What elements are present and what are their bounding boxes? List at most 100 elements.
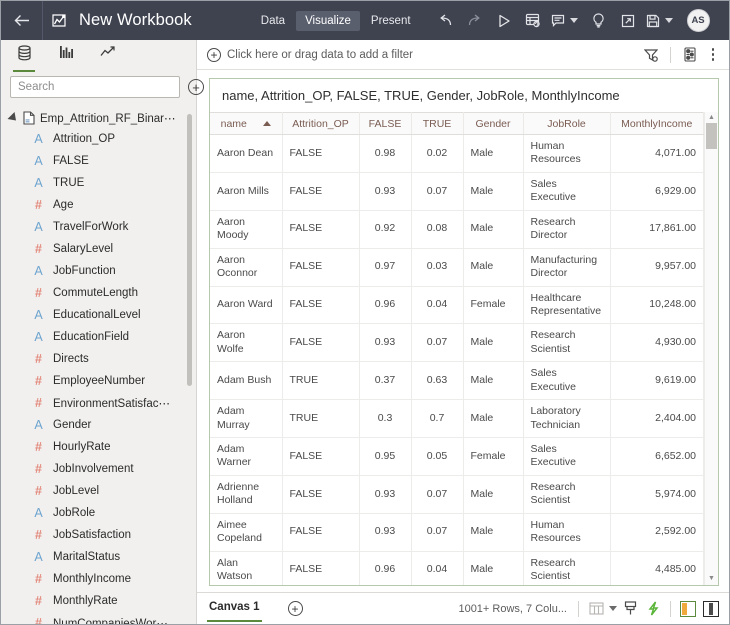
search-input[interactable] xyxy=(10,76,180,98)
undo-icon[interactable] xyxy=(432,6,460,36)
table-cell-true: 0.04 xyxy=(411,551,464,585)
layout-split-panel-icon[interactable] xyxy=(701,598,721,620)
canvas-tab[interactable]: Canvas 1 xyxy=(207,595,262,622)
grid-view-icon[interactable] xyxy=(586,598,606,620)
table-cell-name: Aaron Mills xyxy=(210,172,283,211)
column-header-jobrole[interactable]: JobRole xyxy=(523,112,611,135)
field-item[interactable]: # CommuteLength xyxy=(1,282,196,304)
insights-bulb-icon[interactable] xyxy=(585,6,613,36)
sidebar-scrollbar-thumb[interactable] xyxy=(187,114,192,386)
table-row[interactable]: Aaron Moody FALSE 0.92 0.08 Male Research Dir… xyxy=(210,210,704,249)
column-header-name[interactable]: name xyxy=(210,112,283,135)
field-item[interactable]: # Directs xyxy=(1,348,196,370)
layout-left-panel-icon[interactable] xyxy=(678,598,698,620)
field-item[interactable]: # MonthlyRate xyxy=(1,590,196,612)
scroll-down-arrow-icon[interactable]: ▼ xyxy=(708,575,715,583)
sort-ascending-icon[interactable] xyxy=(262,121,271,127)
field-list[interactable]: Emp_Attrition_RF_Binar⋯ A Attrition_OP A FA… xyxy=(1,106,196,624)
column-header-true[interactable]: TRUE xyxy=(411,112,464,135)
lightning-icon[interactable] xyxy=(643,598,663,620)
field-item[interactable]: A Attrition_OP xyxy=(1,128,196,150)
refresh-data-icon[interactable] xyxy=(519,6,547,36)
table-row[interactable]: Aaron Dean FALSE 0.98 0.02 Male Human Resourc… xyxy=(210,134,704,173)
field-item[interactable]: A MaritalStatus xyxy=(1,546,196,568)
field-item[interactable]: # Age xyxy=(1,194,196,216)
redo-icon[interactable] xyxy=(461,6,489,36)
field-item[interactable]: # EnvironmentSatisfac⋯ xyxy=(1,392,196,414)
field-item[interactable]: A TRUE xyxy=(1,172,196,194)
dataset-node[interactable]: Emp_Attrition_RF_Binar⋯ xyxy=(1,108,196,128)
table-row[interactable]: Adam Warner FALSE 0.95 0.05 Female Sales Exec… xyxy=(210,437,704,476)
visualization-table[interactable]: name, Attrition_OP, FALSE, TRUE, Gender,… xyxy=(209,78,719,586)
sidebar-tab-analytics[interactable] xyxy=(95,41,121,69)
table-cell-role: Sales Executive xyxy=(523,172,611,211)
field-item[interactable]: A EducationalLevel xyxy=(1,304,196,326)
back-icon[interactable] xyxy=(1,1,43,40)
caret-down-icon[interactable] xyxy=(609,606,617,611)
table-row[interactable]: Adam Murray TRUE 0.3 0.7 Male Laboratory Tech… xyxy=(210,399,704,438)
field-label: FALSE xyxy=(53,155,89,167)
rows-columns-info: 1001+ Rows, 7 Colu... xyxy=(458,602,567,615)
table-row[interactable]: Alan Watson FALSE 0.96 0.04 Male Research Sci… xyxy=(210,551,704,585)
filter-bar[interactable]: + Click here or drag data to add a filte… xyxy=(197,40,729,70)
table-row[interactable]: Aaron Wolfe FALSE 0.93 0.07 Male Research Sci… xyxy=(210,323,704,363)
scroll-up-arrow-icon[interactable]: ▲ xyxy=(708,114,715,122)
export-icon[interactable] xyxy=(614,6,642,36)
filter-icon[interactable] xyxy=(638,42,664,68)
table-row[interactable]: Aaron Ward FALSE 0.96 0.04 Female Healthcare … xyxy=(210,286,704,325)
table-vertical-scrollbar[interactable]: ▲ ▼ xyxy=(704,112,718,585)
table-cell-attrition: TRUE xyxy=(282,361,360,401)
play-icon[interactable] xyxy=(490,6,518,36)
field-item[interactable]: # JobSatisfaction xyxy=(1,524,196,546)
scrollbar-thumb[interactable] xyxy=(706,123,717,149)
save-caret-down-icon[interactable] xyxy=(664,18,673,23)
column-header-attrition[interactable]: Attrition_OP xyxy=(282,112,360,135)
tab-visualize[interactable]: Visualize xyxy=(296,10,360,31)
measure-hash-icon: # xyxy=(35,396,42,410)
notes-icon[interactable] xyxy=(548,6,568,36)
settings-icon[interactable] xyxy=(677,42,703,68)
field-item[interactable]: A TravelForWork xyxy=(1,216,196,238)
field-item[interactable]: # EmployeeNumber xyxy=(1,370,196,392)
field-item[interactable]: A FALSE xyxy=(1,150,196,172)
table-cell-name: Adam Warner xyxy=(210,437,283,476)
brush-icon[interactable] xyxy=(620,598,640,620)
column-header-monthlyincome[interactable]: MonthlyIncome xyxy=(610,112,704,135)
tab-present[interactable]: Present xyxy=(362,11,420,31)
field-item[interactable]: A Gender xyxy=(1,414,196,436)
field-item[interactable]: A EducationField xyxy=(1,326,196,348)
column-header-false[interactable]: FALSE xyxy=(359,112,412,135)
add-filter-icon[interactable]: + xyxy=(207,47,221,62)
table-cell-name: Aaron Oconnor xyxy=(210,248,283,287)
field-item[interactable]: # JobLevel xyxy=(1,480,196,502)
table-row[interactable]: Aaron Mills FALSE 0.93 0.07 Male Sales Execut… xyxy=(210,172,704,211)
table-row[interactable]: Adam Bush TRUE 0.37 0.63 Male Sales Executive… xyxy=(210,361,704,401)
field-item[interactable]: # JobInvolvement xyxy=(1,458,196,480)
measure-hash-icon: # xyxy=(35,462,42,476)
field-item[interactable]: A JobRole xyxy=(1,502,196,524)
save-icon[interactable] xyxy=(643,6,663,36)
field-label: TRUE xyxy=(53,177,85,189)
add-canvas-button[interactable]: + xyxy=(287,601,303,616)
expand-triangle-icon[interactable] xyxy=(7,111,20,125)
more-options-icon[interactable] xyxy=(705,42,721,68)
sidebar-tab-visualizations[interactable] xyxy=(53,41,79,69)
column-header-gender[interactable]: Gender xyxy=(463,112,524,135)
field-label: TravelForWork xyxy=(53,221,129,233)
top-toolbar: New Workbook Data Visualize Present AS xyxy=(1,1,729,40)
sidebar-tab-data[interactable] xyxy=(11,41,37,72)
table-row[interactable]: Adrienne Holland FALSE 0.93 0.07 Male Researc… xyxy=(210,475,704,514)
tab-data[interactable]: Data xyxy=(252,11,294,31)
field-item[interactable]: # NumCompaniesWor⋯ xyxy=(1,612,196,624)
table-cell-false: 0.98 xyxy=(359,134,412,173)
table-row[interactable]: Aimee Copeland FALSE 0.93 0.07 Male Human Res… xyxy=(210,513,704,552)
field-item[interactable]: # SalaryLevel xyxy=(1,238,196,260)
field-label: JobInvolvement xyxy=(53,463,134,475)
avatar[interactable]: AS xyxy=(686,9,710,32)
field-item[interactable]: A JobFunction xyxy=(1,260,196,282)
notes-caret-down-icon[interactable] xyxy=(569,18,578,23)
field-item[interactable]: # HourlyRate xyxy=(1,436,196,458)
field-item[interactable]: # MonthlyIncome xyxy=(1,568,196,590)
add-dataset-button[interactable]: + xyxy=(188,79,204,95)
table-row[interactable]: Aaron Oconnor FALSE 0.97 0.03 Male Manufactur… xyxy=(210,248,704,287)
